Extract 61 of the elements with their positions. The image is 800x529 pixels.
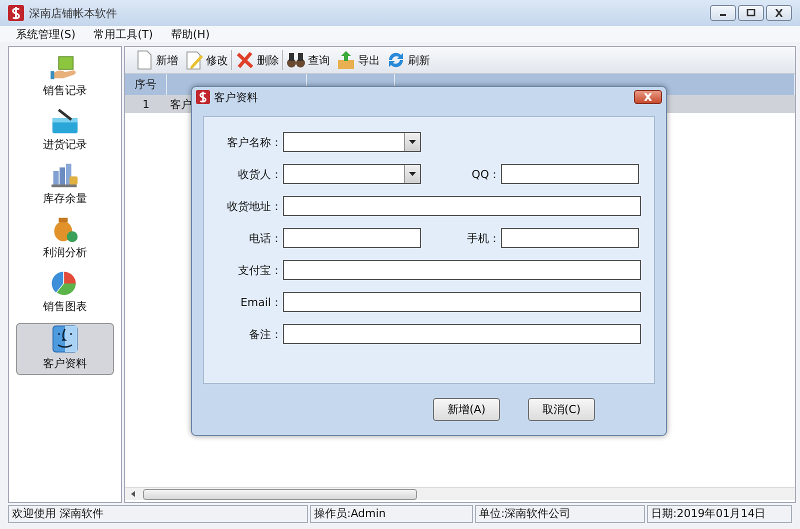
status-text: 欢迎使用 深南软件 [8,505,308,523]
dialog-title: 客户资料 [214,90,258,104]
close-button[interactable] [634,90,662,104]
sidebar-item[interactable]: 销售图表 [16,269,114,318]
dialog-button[interactable]: 取消(C) [528,398,595,421]
field-label: 收货地址： [226,198,282,214]
input-field[interactable] [283,324,641,344]
maximize-icon[interactable] [746,9,756,17]
field-label: Email： [239,294,282,310]
menu-item[interactable]: 常用工具(T) [94,26,153,42]
table-cell-text: 客户 [169,96,192,112]
sidebar-item[interactable]: 销售记录 [16,53,114,102]
refresh-icon[interactable] [386,50,406,70]
minimize-button[interactable] [710,5,736,21]
toolbar-button[interactable]: 删除 [231,50,282,70]
close-icon[interactable] [774,9,784,17]
menu-item[interactable]: 系统管理(S) [16,26,76,42]
sidebar-item[interactable]: 进货记录 [16,107,114,156]
close-button[interactable] [766,5,792,21]
toolbar-button[interactable]: 查询 [282,50,333,70]
field-label: 客户名称： [226,134,282,150]
pencil-icon[interactable] [184,50,204,70]
scrollbar-thumb[interactable] [143,488,417,500]
dropdown-field[interactable] [283,164,421,184]
input-field[interactable] [283,196,641,216]
sidebar-item[interactable]: 利润分析 [16,215,114,264]
dialog-button[interactable]: 新增(A) [433,398,500,421]
field-label: 电话： [248,230,282,246]
field-label: 手机： [466,230,500,246]
menu-item[interactable]: 帮助(H) [170,26,210,42]
input-field[interactable] [501,164,639,184]
caret-icon[interactable] [409,140,416,144]
field-label: 备注： [248,326,282,342]
toolbar-button[interactable]: 修改 [181,50,231,70]
scroll-left-icon[interactable] [129,490,137,498]
input-field[interactable] [283,228,421,248]
delete-icon[interactable] [235,50,255,70]
toolbar-button[interactable]: 新增 [131,50,181,70]
toolbar-button[interactable]: 导出 [333,50,383,70]
caret-icon[interactable] [409,172,416,176]
dropdown-field[interactable] [283,132,421,152]
binoculars-icon[interactable] [286,50,306,70]
status-text: 日期:2019年01月14日 [647,505,792,523]
input-field[interactable] [501,228,639,248]
horizontal-scrollbar[interactable] [125,487,795,500]
window-title: 深南店铺帐本软件 [29,6,117,20]
field-label: 支付宝： [237,262,282,278]
status-text: 单位:深南软件公司 [475,505,645,523]
input-field[interactable] [283,292,641,312]
maximize-button[interactable] [738,5,764,21]
table-cell-text: 1 [142,98,150,110]
app-logo-icon [196,90,210,104]
status-text: 操作员:Admin [310,505,473,523]
sidebar-item[interactable]: 库存余量 [16,161,114,210]
sidebar-item[interactable]: 客户资料 [16,323,114,375]
field-label: QQ： [470,166,500,182]
app-logo-icon [8,5,24,21]
field-label: 收货人： [237,166,282,182]
export-icon[interactable] [336,50,356,70]
toolbar-button[interactable]: 刷新 [383,50,433,70]
input-field[interactable] [283,260,641,280]
